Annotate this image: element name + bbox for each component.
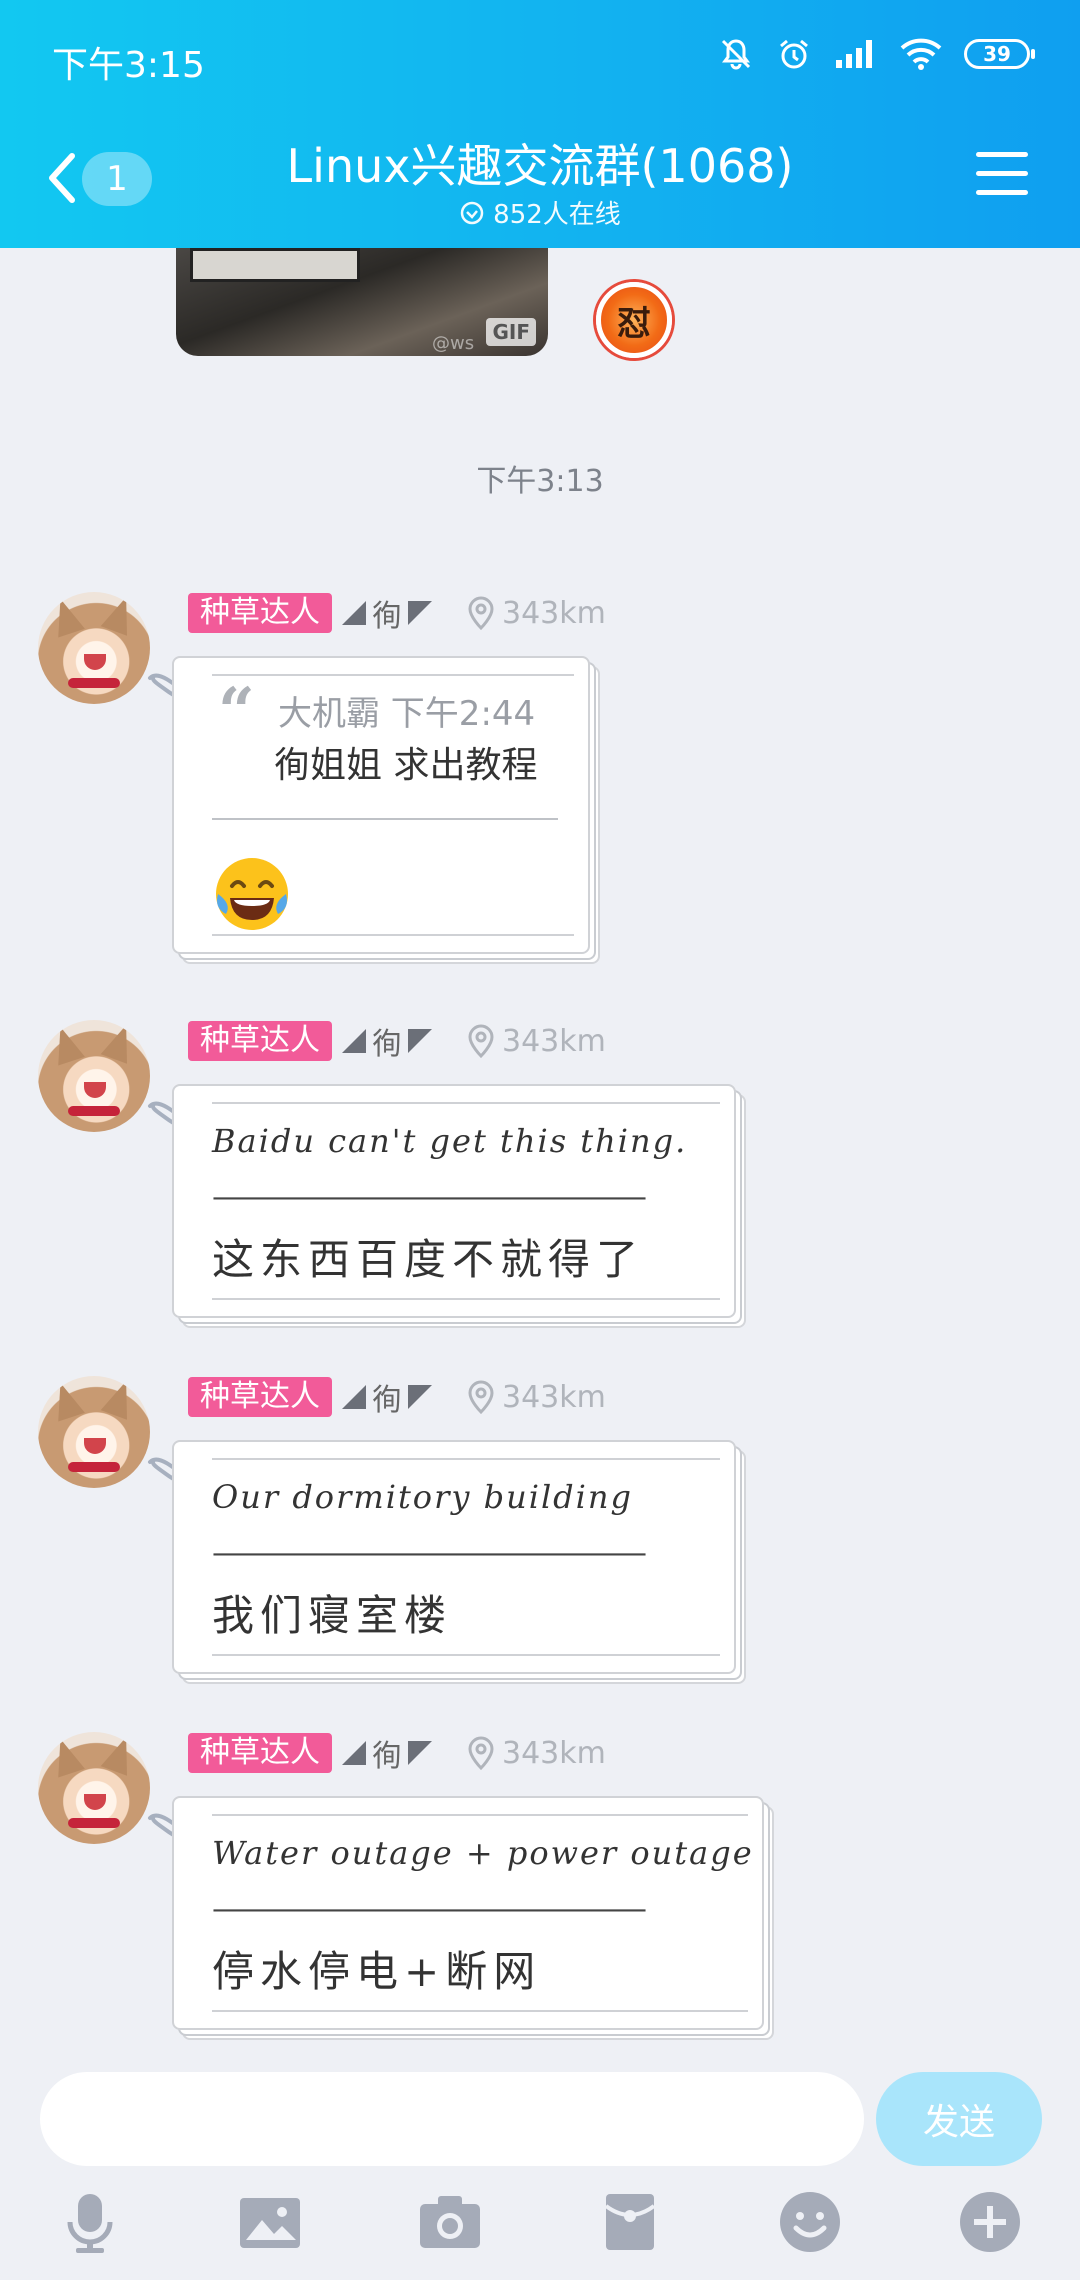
sender-nickname[interactable]: 徇 [342,1731,432,1775]
sender-meta: 种草达人 徇 343km [188,1732,606,1774]
location-pin-icon [468,1736,494,1770]
message-item: 种草达人 徇 343km Water outage + power outage… [0,1732,1080,2030]
quote-text: 徇姐姐 求出教程 [274,745,538,786]
alarm-icon [776,36,812,72]
message-item: 种草达人 徇 343km Our dormitory building ————… [0,1376,1080,1674]
camera-icon[interactable] [418,2190,482,2254]
sticker-badge[interactable]: 怼 [596,282,672,358]
menu-icon [976,152,1028,157]
red-packet-icon[interactable] [598,2190,662,2254]
message-item: 种草达人 徇 343km “ 大机霸 下午2:44 徇姐姐 求出教程 [0,592,1080,954]
quote-icon: “ [218,674,255,749]
send-button[interactable]: 发送 [876,2072,1042,2166]
gif-image-message[interactable]: @ws GIF [176,248,548,356]
deco-right-icon [408,1741,432,1765]
online-check-icon [460,201,484,224]
chat-messages[interactable]: @ws GIF 怼 下午3:13 种草达人 徇 343km “ 大机霸 下午2:… [0,248,1080,2048]
online-count-label: 852人在线 [493,200,621,230]
plus-icon[interactable] [958,2190,1022,2254]
battery-indicator: 39 [964,39,1035,69]
level-tag: 种草达人 [188,1377,332,1417]
image-icon[interactable] [238,2190,302,2254]
message-divider: ———————————————— [212,1180,647,1215]
location-pin-icon [468,1024,494,1058]
message-chinese-text: 这东西百度不就得了 [212,1235,645,1284]
status-time: 下午3:15 [52,45,205,86]
level-tag: 种草达人 [188,593,332,633]
emoji-icon[interactable] [778,2190,842,2254]
sender-location: 343km [468,596,606,631]
sender-meta: 种草达人 徇 343km [188,1020,606,1062]
sender-location: 343km [468,1380,606,1415]
message-bubble[interactable]: Our dormitory building ———————————————— … [172,1440,736,1674]
menu-button[interactable] [976,152,1028,200]
deco-left-icon [342,1385,366,1409]
signal-icon [834,38,878,70]
message-english-text: Our dormitory building [212,1478,633,1516]
time-divider: 下午3:13 [476,464,604,499]
location-pin-icon [468,1380,494,1414]
quote-source: 大机霸 下午2:44 [278,694,536,734]
microphone-icon[interactable] [58,2190,122,2254]
chat-header: 下午3:15 39 1 Linux兴趣交流群(1068) 852人在线 [0,0,1080,248]
mute-bell-icon [718,36,754,72]
message-bubble[interactable]: “ 大机霸 下午2:44 徇姐姐 求出教程 [172,656,590,954]
sender-nickname[interactable]: 徇 [342,1019,432,1063]
level-tag: 种草达人 [188,1733,332,1773]
composer-toolbar [0,2190,1080,2270]
sender-nickname[interactable]: 徇 [342,591,432,635]
group-title[interactable]: Linux兴趣交流群(1068) [0,130,1080,196]
message-english-text: Water outage + power outage [212,1834,754,1872]
message-divider: ———————————————— [212,1892,647,1927]
level-tag: 种草达人 [188,1021,332,1061]
message-chinese-text: 我们寝室楼 [212,1591,453,1640]
deco-right-icon [408,601,432,625]
gif-watermark: @ws [432,333,475,354]
location-pin-icon [468,596,494,630]
message-item: 种草达人 徇 343km Baidu can't get this thing.… [0,1020,1080,1318]
wifi-icon [900,38,942,70]
avatar[interactable] [38,1020,150,1132]
message-composer: 发送 [0,2048,1080,2280]
message-chinese-text: 停水停电+断网 [212,1947,542,1996]
message-bubble[interactable]: Water outage + power outage ————————————… [172,1796,764,2030]
online-count: 852人在线 [0,194,1080,231]
message-english-text: Baidu can't get this thing. [212,1122,688,1160]
deco-right-icon [408,1385,432,1409]
gif-tag: GIF [486,318,536,346]
avatar[interactable] [38,1376,150,1488]
deco-right-icon [408,1029,432,1053]
sender-meta: 种草达人 徇 343km [188,1376,606,1418]
deco-left-icon [342,1029,366,1053]
sender-nickname[interactable]: 徇 [342,1375,432,1419]
deco-left-icon [342,601,366,625]
tears-of-joy-emoji-icon [216,858,288,930]
sender-location: 343km [468,1736,606,1771]
message-bubble[interactable]: Baidu can't get this thing. ————————————… [172,1084,736,1318]
avatar[interactable] [38,592,150,704]
sticker-badge-glyph: 怼 [617,303,651,344]
avatar[interactable] [38,1732,150,1844]
message-divider: ———————————————— [212,1536,647,1571]
status-icons: 39 [718,36,1035,72]
sender-meta: 种草达人 徇 343km [188,592,606,634]
sender-location: 343km [468,1024,606,1059]
message-input[interactable] [40,2072,864,2166]
deco-left-icon [342,1741,366,1765]
